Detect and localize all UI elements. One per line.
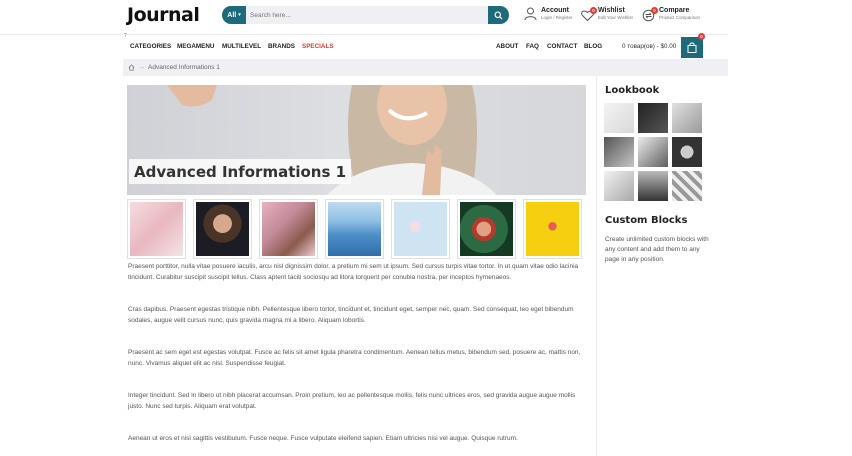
sidebar-divider: [596, 76, 597, 456]
nav-megamenu[interactable]: MEGAMENU: [177, 43, 214, 50]
header: Journal All ▾ Account Login / Register: [0, 0, 852, 34]
wishlist-link[interactable]: 0 Wishlist Edit Your Wishlist: [581, 7, 633, 27]
gallery-thumb-blue-mountains[interactable]: [325, 199, 384, 259]
nav-categories[interactable]: CATEGORIES: [130, 43, 171, 50]
cart-summary[interactable]: 0 товар(ов) - $0.00: [622, 43, 676, 50]
search-icon: [494, 10, 503, 20]
gallery-thumb-woman-pink-cup[interactable]: [259, 199, 318, 259]
chevron-down-icon: ▾: [238, 12, 241, 18]
nav-multilevel[interactable]: MULTILEVEL: [222, 43, 261, 50]
search-input[interactable]: [248, 6, 486, 24]
lookbook-image[interactable]: [638, 137, 668, 167]
custom-blocks-title: Custom Blocks: [605, 215, 688, 226]
lookbook-image[interactable]: [672, 137, 702, 167]
content-paragraph: Aenean ut eros et nisl sagittis vestibul…: [128, 435, 518, 442]
search-bar: All ▾: [222, 6, 509, 24]
gallery-thumb-cherry-blossom[interactable]: [391, 199, 450, 259]
search-button[interactable]: [488, 6, 509, 24]
lookbook-image[interactable]: [638, 103, 668, 133]
content-paragraph: Cras dapibus. Praesent egestas tristique…: [128, 306, 574, 324]
compare-title: Compare: [659, 7, 690, 14]
wishlist-count-badge: 0: [590, 7, 597, 14]
nav-brands[interactable]: BRANDS: [268, 43, 295, 50]
cart-button[interactable]: [681, 37, 703, 58]
lookbook-title: Lookbook: [605, 85, 660, 96]
search-category-label: All: [227, 11, 237, 19]
account-link[interactable]: Account Login / Register: [524, 7, 573, 21]
breadcrumb-current: Advanced Informations 1: [148, 64, 220, 71]
cart-count-badge: 0: [698, 33, 705, 40]
compare-subtitle: Product Comparison: [659, 15, 701, 20]
wishlist-subtitle: Edit Your Wishlist: [598, 15, 633, 20]
custom-blocks-text: Create unlimited custom blocks with any …: [605, 236, 709, 264]
nav-faq[interactable]: FAQ: [526, 43, 539, 50]
gallery-thumb-woman-dark-hair[interactable]: [193, 199, 252, 259]
logo[interactable]: Journal: [127, 4, 200, 26]
gallery-thumb-yellow-popsicle[interactable]: [523, 199, 582, 259]
compare-count-badge: 0: [651, 7, 658, 14]
hero-title: Advanced Informations 1: [129, 159, 352, 184]
gallery-thumb-woman-glasses[interactable]: [127, 199, 186, 259]
home-icon[interactable]: [128, 64, 135, 71]
content-paragraph: Integer tincidunt. Sed in libero ut nibh…: [128, 392, 576, 410]
lookbook-image[interactable]: [638, 171, 668, 201]
user-icon: [524, 7, 537, 21]
account-subtitle: Login / Register: [541, 15, 573, 20]
main-nav: CATEGORIES MEGAMENU MULTILEVEL BRANDS SP…: [0, 34, 728, 58]
account-title: Account: [541, 7, 569, 14]
lookbook-image[interactable]: [604, 103, 634, 133]
nav-about[interactable]: ABOUT: [496, 43, 518, 50]
breadcrumb-arrow-icon: →: [138, 64, 145, 71]
nav-specials[interactable]: SPECIALS: [302, 43, 334, 50]
content-paragraph: Praesent ac sem eget est egestas volutpa…: [128, 349, 581, 367]
lookbook-image[interactable]: [672, 171, 702, 201]
compare-link[interactable]: 0 Compare Product Comparison: [642, 7, 700, 27]
search-category-dropdown[interactable]: All ▾: [222, 6, 246, 24]
lookbook-image[interactable]: [604, 137, 634, 167]
nav-blog[interactable]: BLOG: [584, 43, 602, 50]
lookbook-image[interactable]: [604, 171, 634, 201]
content-paragraph: Praesent porttitor, nulla vitae posuere …: [128, 263, 579, 281]
shopping-bag-icon: [687, 42, 697, 53]
gallery-thumb-woman-leaves[interactable]: [457, 199, 516, 259]
wishlist-title: Wishlist: [598, 7, 625, 14]
breadcrumb: → Advanced Informations 1: [123, 59, 728, 76]
nav-contact[interactable]: CONTACT: [547, 43, 577, 50]
lookbook-image[interactable]: [672, 103, 702, 133]
